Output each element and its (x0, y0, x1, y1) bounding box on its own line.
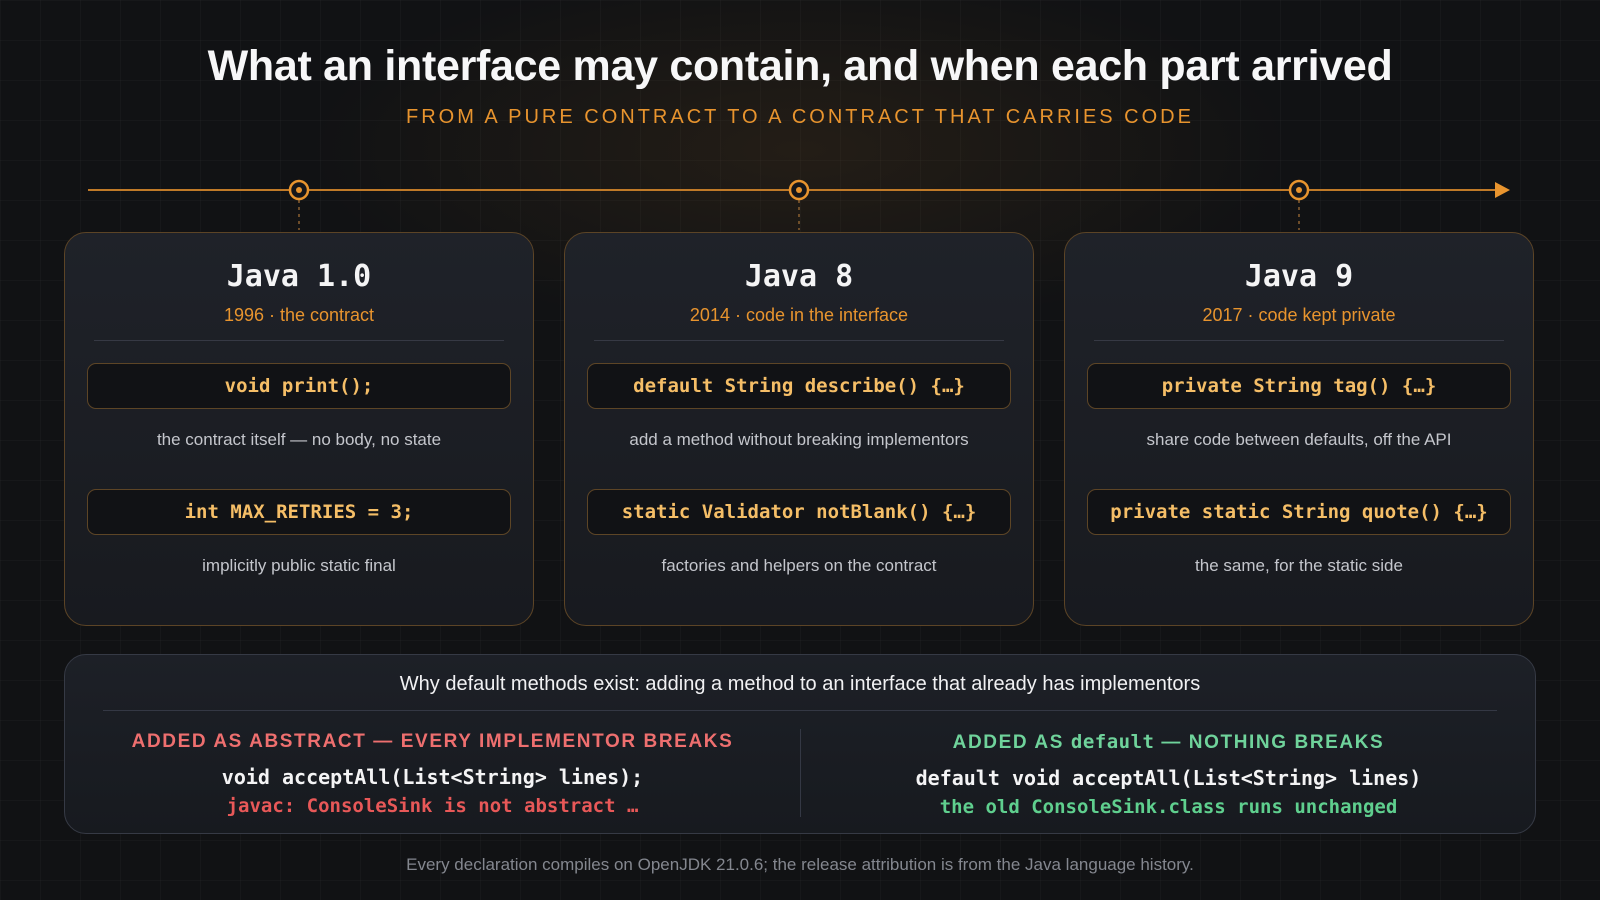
abstract-heading: ADDED AS ABSTRACT — EVERY IMPLEMENTOR BR… (131, 731, 734, 752)
footnote: Every declaration compiles on OpenJDK 21… (406, 855, 1194, 874)
page-title: What an interface may contain, and when … (207, 42, 1393, 90)
default-heading: ADDED AS default — NOTHING BREAKS (801, 731, 1536, 754)
card-subtitle: 1996 · the contract (223, 305, 375, 325)
timeline-marker-java-8 (788, 179, 810, 230)
code-note: factories and helpers on the contract (661, 556, 937, 575)
card-version: Java 1.0 (226, 259, 372, 294)
code-snippet: int MAX_RETRIES = 3; (87, 489, 511, 535)
default-column: ADDED AS default — NOTHING BREAKS defaul… (801, 731, 1536, 818)
abstract-column: ADDED AS ABSTRACT — EVERY IMPLEMENTOR BR… (65, 731, 800, 817)
code-snippet: private static String quote() {…} (1087, 489, 1511, 535)
card-divider (1094, 340, 1504, 341)
card-java-1-0: Java 1.0 1996 · the contract void print(… (64, 232, 534, 626)
code-note: the same, for the static side (1195, 556, 1403, 575)
code-note: the contract itself — no body, no state (156, 430, 442, 449)
timeline-marker-java-1-0 (288, 179, 310, 230)
comparison-title: Why default methods exist: adding a meth… (399, 673, 1201, 695)
card-version: Java 8 (744, 259, 854, 294)
abstract-code: void acceptAll(List<String> lines); (221, 765, 644, 789)
default-heading-keyword: default (1070, 731, 1155, 753)
code-snippet: private String tag() {…} (1087, 363, 1511, 409)
code-note: implicitly public static final (202, 556, 396, 575)
card-subtitle: 2017 · code kept private (1202, 305, 1396, 325)
timeline-marker-java-9 (1288, 179, 1310, 230)
page-subtitle: FROM A PURE CONTRACT TO A CONTRACT THAT … (406, 106, 1194, 128)
card-version: Java 9 (1244, 259, 1354, 294)
card-divider (594, 340, 1004, 341)
comparison-panel: Why default methods exist: adding a meth… (64, 654, 1536, 834)
abstract-error: javac: ConsoleSink is not abstract … (226, 795, 639, 817)
comparison-divider (103, 710, 1497, 711)
default-heading-suffix: — NOTHING BREAKS (1154, 732, 1385, 753)
default-heading-prefix: ADDED AS (952, 732, 1071, 753)
code-note: share code between defaults, off the API (1146, 430, 1452, 449)
code-snippet: void print(); (87, 363, 511, 409)
card-java-8: Java 8 2014 · code in the interface defa… (564, 232, 1034, 626)
card-divider (94, 340, 504, 341)
code-snippet: default String describe() {…} (587, 363, 1011, 409)
default-code: default void acceptAll(List<String> line… (915, 766, 1422, 790)
timeline-arrowhead (1495, 182, 1510, 198)
default-result: the old ConsoleSink.class runs unchanged (939, 796, 1398, 818)
card-java-9: Java 9 2017 · code kept private private … (1064, 232, 1534, 626)
card-subtitle: 2014 · code in the interface (689, 305, 909, 325)
code-note: add a method without breaking implemento… (629, 430, 969, 449)
code-snippet: static Validator notBlank() {…} (587, 489, 1011, 535)
